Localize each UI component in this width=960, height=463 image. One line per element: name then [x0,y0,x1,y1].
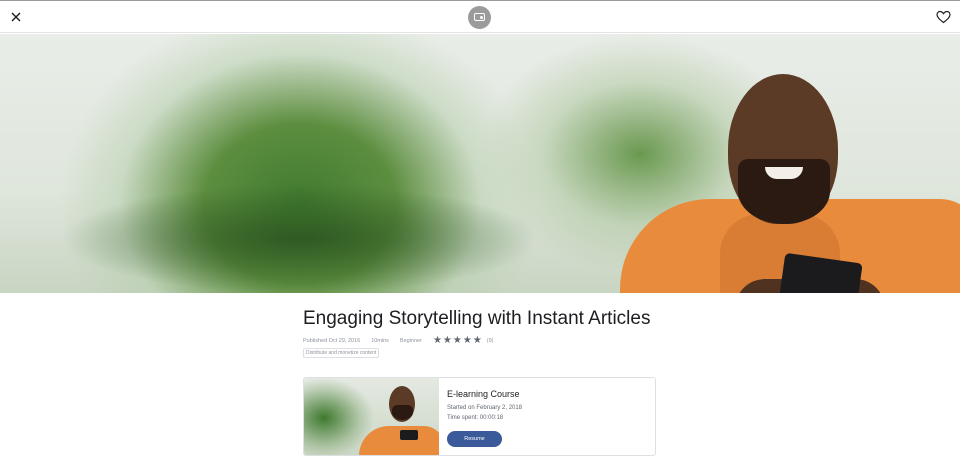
rating-count: (9) [486,338,494,344]
star-icon: ★ [462,335,472,346]
course-card: E-learning Course Started on February 2,… [303,377,656,456]
heart-icon[interactable] [935,9,952,25]
level: Beginner [399,338,422,344]
course-thumbnail [304,378,439,455]
star-icon: ★ [432,335,442,346]
article-title: Engaging Storytelling with Instant Artic… [303,308,651,329]
published-date: Published Oct 29, 2016 [303,338,361,344]
rating-stars: ★ ★ ★ ★ ★ (9) [433,336,494,346]
star-icon: ★ [452,335,462,346]
star-icon: ★ [472,335,482,346]
close-icon[interactable] [8,9,24,25]
top-bar [0,0,960,33]
time-spent: Time spent: 00:00:18 [447,415,504,421]
topic-tag[interactable]: Distribute and monetize content [303,348,380,358]
wallet-icon [468,6,491,29]
course-type: E-learning Course [447,389,520,399]
duration: 10mins [371,338,389,344]
resume-button[interactable]: Resume [447,431,502,447]
hero-image [0,34,960,293]
started-date: Started on February 2, 2018 [447,405,523,411]
star-icon: ★ [442,335,452,346]
article-meta: Published Oct 29, 2016 10mins Beginner ★… [303,336,494,346]
